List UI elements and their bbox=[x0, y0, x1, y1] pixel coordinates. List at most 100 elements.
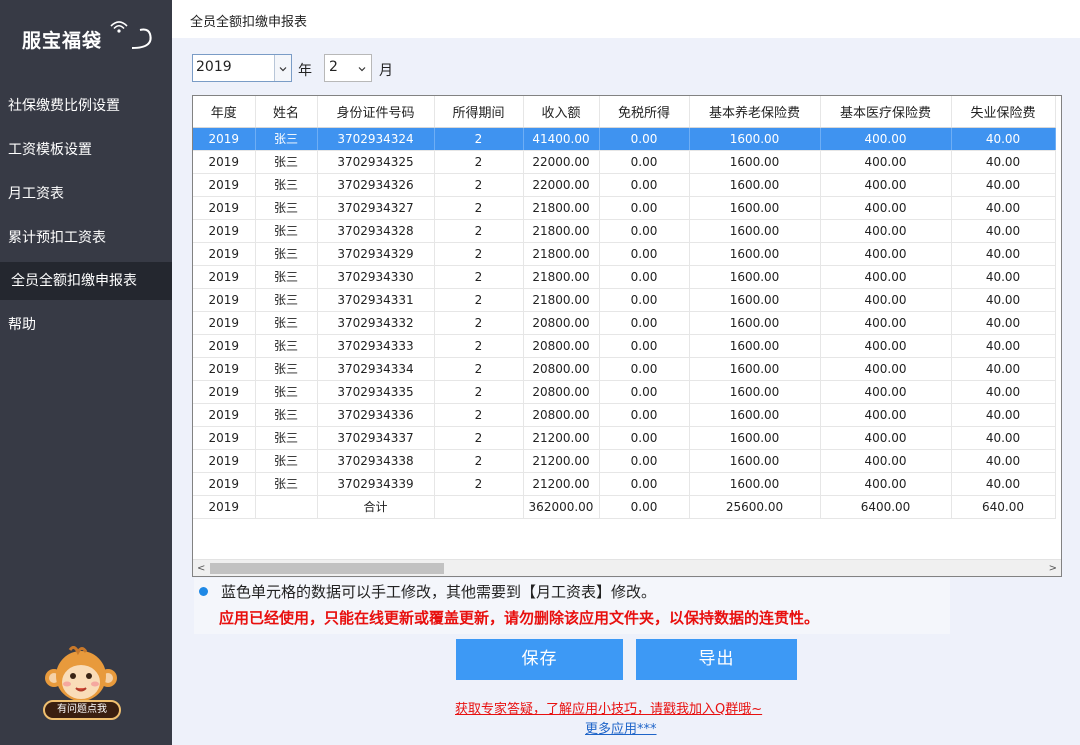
table-cell[interactable]: 400.00 bbox=[820, 334, 952, 358]
table-cell[interactable]: 2 bbox=[434, 219, 524, 243]
table-cell[interactable]: 2 bbox=[434, 403, 524, 427]
scroll-right-icon[interactable]: > bbox=[1049, 563, 1057, 574]
table-cell[interactable]: 3702934329 bbox=[317, 242, 435, 266]
table-cell[interactable]: 合计 bbox=[317, 495, 435, 519]
table-cell[interactable]: 400.00 bbox=[820, 472, 952, 496]
table-cell[interactable]: 1600.00 bbox=[689, 357, 821, 381]
table-cell[interactable]: 1600.00 bbox=[689, 311, 821, 335]
scroll-left-icon[interactable]: < bbox=[197, 563, 205, 574]
table-cell[interactable]: 20800.00 bbox=[523, 357, 600, 381]
table-cell[interactable]: 40.00 bbox=[951, 311, 1056, 335]
table-cell[interactable]: 1600.00 bbox=[689, 380, 821, 404]
table-cell[interactable]: 3702934332 bbox=[317, 311, 435, 335]
table-cell[interactable]: 2019 bbox=[193, 495, 256, 519]
table-cell[interactable]: 2019 bbox=[193, 242, 256, 266]
table-row[interactable]: 2019 张三 3702934339 2 21200.00 0.00 1600.00 400.… bbox=[193, 472, 1056, 496]
table-cell[interactable]: 2019 bbox=[193, 150, 256, 174]
scrollbar-thumb[interactable] bbox=[210, 563, 444, 574]
table-cell[interactable]: 2 bbox=[434, 242, 524, 266]
table-cell[interactable]: 3702934326 bbox=[317, 173, 435, 197]
sidebar-item-help[interactable]: 帮助 bbox=[0, 306, 172, 344]
table-cell[interactable]: 40.00 bbox=[951, 380, 1056, 404]
table-cell[interactable]: 3702934335 bbox=[317, 380, 435, 404]
sidebar-item-monthly-salary[interactable]: 月工资表 bbox=[0, 175, 172, 213]
join-group-link[interactable]: 获取专家答疑，了解应用小技巧，请戳我加入Q群哦~ bbox=[455, 698, 762, 717]
table-cell[interactable]: 2 bbox=[434, 150, 524, 174]
table-cell[interactable]: 40.00 bbox=[951, 403, 1056, 427]
table-cell[interactable]: 400.00 bbox=[820, 173, 952, 197]
help-badge[interactable]: 有问题点我 bbox=[43, 700, 121, 720]
table-cell[interactable]: 2019 bbox=[193, 334, 256, 358]
table-cell[interactable]: 2 bbox=[434, 380, 524, 404]
table-cell[interactable]: 21800.00 bbox=[523, 196, 600, 220]
table-row[interactable]: 2019 张三 3702934327 2 21800.00 0.00 1600.00 400.… bbox=[193, 196, 1056, 220]
table-cell[interactable]: 40.00 bbox=[951, 357, 1056, 381]
column-header[interactable]: 基本医疗保险费 bbox=[820, 96, 952, 128]
table-cell[interactable]: 2019 bbox=[193, 173, 256, 197]
table-cell[interactable]: 2019 bbox=[193, 426, 256, 450]
table-cell[interactable]: 张三 bbox=[255, 288, 318, 312]
table-row[interactable]: 2019 张三 3702934336 2 20800.00 0.00 1600.00 400.… bbox=[193, 403, 1056, 427]
table-cell[interactable]: 21800.00 bbox=[523, 219, 600, 243]
table-cell[interactable]: 0.00 bbox=[599, 288, 690, 312]
table-cell[interactable]: 362000.00 bbox=[523, 495, 600, 519]
table-cell[interactable]: 0.00 bbox=[599, 150, 690, 174]
table-cell[interactable]: 2019 bbox=[193, 311, 256, 335]
table-row[interactable]: 2019 张三 3702934334 2 20800.00 0.00 1600.00 400.… bbox=[193, 357, 1056, 381]
table-cell[interactable]: 张三 bbox=[255, 449, 318, 473]
table-cell[interactable]: 张三 bbox=[255, 426, 318, 450]
export-button[interactable]: 导出 bbox=[636, 639, 797, 680]
table-cell[interactable]: 400.00 bbox=[820, 449, 952, 473]
table-cell[interactable]: 2 bbox=[434, 449, 524, 473]
table-cell[interactable]: 400.00 bbox=[820, 265, 952, 289]
table-row[interactable]: 2019 张三 3702934338 2 21200.00 0.00 1600.00 400.… bbox=[193, 449, 1056, 473]
table-cell[interactable]: 3702934325 bbox=[317, 150, 435, 174]
table-cell[interactable]: 2 bbox=[434, 288, 524, 312]
table-cell[interactable]: 21800.00 bbox=[523, 265, 600, 289]
table-cell[interactable]: 3702934334 bbox=[317, 357, 435, 381]
table-cell[interactable]: 3702934324 bbox=[317, 127, 435, 151]
table-cell[interactable]: 1600.00 bbox=[689, 196, 821, 220]
table-cell[interactable]: 0.00 bbox=[599, 196, 690, 220]
table-cell[interactable]: 25600.00 bbox=[689, 495, 821, 519]
table-cell[interactable]: 2019 bbox=[193, 288, 256, 312]
table-cell[interactable]: 2 bbox=[434, 357, 524, 381]
table-row[interactable]: 2019 张三 3702934333 2 20800.00 0.00 1600.00 400.… bbox=[193, 334, 1056, 358]
table-cell[interactable]: 张三 bbox=[255, 265, 318, 289]
table-cell[interactable]: 3702934337 bbox=[317, 426, 435, 450]
table-cell[interactable]: 2019 bbox=[193, 357, 256, 381]
table-cell[interactable]: 400.00 bbox=[820, 288, 952, 312]
table-cell[interactable]: 0.00 bbox=[599, 219, 690, 243]
table-cell[interactable]: 0.00 bbox=[599, 380, 690, 404]
table-row[interactable]: 2019 张三 3702934326 2 22000.00 0.00 1600.00 400.… bbox=[193, 173, 1056, 197]
table-cell[interactable]: 400.00 bbox=[820, 380, 952, 404]
table-row[interactable]: 2019 张三 3702934328 2 21800.00 0.00 1600.00 400.… bbox=[193, 219, 1056, 243]
table-cell[interactable]: 张三 bbox=[255, 380, 318, 404]
table-cell[interactable]: 0.00 bbox=[599, 357, 690, 381]
month-dropdown-button[interactable] bbox=[354, 55, 371, 81]
table-cell[interactable]: 400.00 bbox=[820, 357, 952, 381]
table-cell[interactable]: 1600.00 bbox=[689, 426, 821, 450]
table-cell[interactable]: 0.00 bbox=[599, 426, 690, 450]
table-cell[interactable]: 400.00 bbox=[820, 127, 952, 151]
column-header[interactable]: 收入额 bbox=[523, 96, 600, 128]
table-cell[interactable]: 40.00 bbox=[951, 150, 1056, 174]
table-cell[interactable]: 张三 bbox=[255, 242, 318, 266]
table-cell[interactable]: 400.00 bbox=[820, 311, 952, 335]
month-select[interactable]: 2 bbox=[324, 54, 372, 82]
table-cell[interactable]: 张三 bbox=[255, 173, 318, 197]
table-cell[interactable]: 1600.00 bbox=[689, 472, 821, 496]
table-row[interactable]: 2019 张三 3702934332 2 20800.00 0.00 1600.00 400.… bbox=[193, 311, 1056, 335]
table-cell[interactable]: 21200.00 bbox=[523, 449, 600, 473]
table-cell[interactable]: 3702934330 bbox=[317, 265, 435, 289]
table-cell[interactable]: 张三 bbox=[255, 219, 318, 243]
sidebar-item-social-insurance-ratio[interactable]: 社保缴费比例设置 bbox=[0, 87, 172, 125]
table-row[interactable]: 2019 张三 3702934331 2 21800.00 0.00 1600.00 400.… bbox=[193, 288, 1056, 312]
table-cell[interactable]: 2019 bbox=[193, 449, 256, 473]
table-cell[interactable]: 40.00 bbox=[951, 288, 1056, 312]
sidebar-item-salary-template[interactable]: 工资模板设置 bbox=[0, 131, 172, 169]
table-cell[interactable]: 40.00 bbox=[951, 219, 1056, 243]
table-cell[interactable]: 2019 bbox=[193, 472, 256, 496]
table-cell[interactable]: 张三 bbox=[255, 150, 318, 174]
table-cell[interactable]: 2019 bbox=[193, 403, 256, 427]
